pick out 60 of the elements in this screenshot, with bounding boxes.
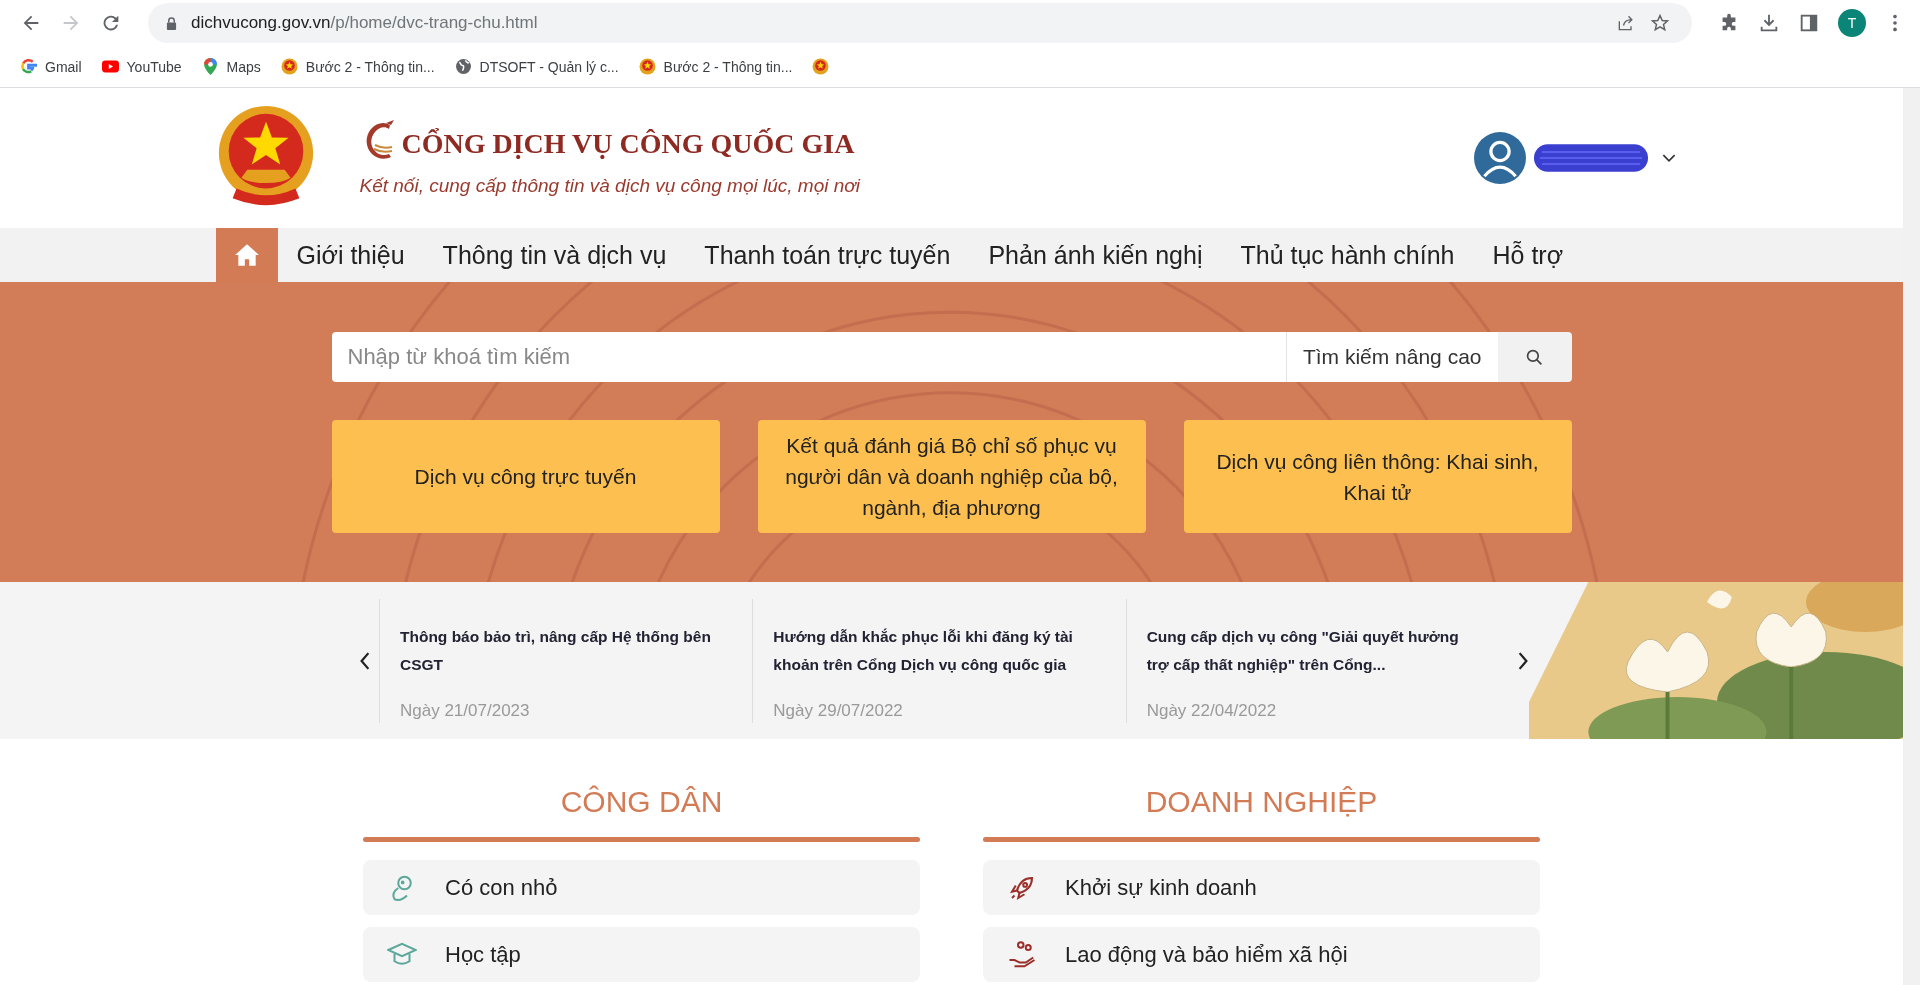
- bookmark[interactable]: Maps: [201, 58, 261, 75]
- lock-icon: [166, 16, 177, 30]
- section-heading: DOANH NGHIỆP: [1145, 785, 1378, 819]
- category-item[interactable]: Có con nhỏ: [363, 860, 920, 915]
- address-bar[interactable]: dichvucong.gov.vn/p/home/dvc-trang-chu.html: [148, 3, 1692, 43]
- bookmark[interactable]: Bước 2 - Thông tin...: [280, 58, 435, 75]
- emblem-icon: [638, 58, 656, 75]
- home-icon: [233, 243, 260, 267]
- nav-tab[interactable]: Hỗ trợ: [1473, 228, 1583, 282]
- download-icon[interactable]: [1758, 12, 1780, 34]
- bookmark-label: YouTube: [126, 58, 182, 75]
- profile-avatar[interactable]: T: [1838, 9, 1866, 37]
- category-item[interactable]: Học tập: [363, 927, 920, 982]
- nav-tab[interactable]: Thông tin và dịch vụ: [423, 228, 686, 282]
- bookmark-label: Maps: [226, 58, 261, 75]
- category-item[interactable]: Lao động và bảo hiểm xã hội: [983, 927, 1540, 982]
- share-icon[interactable]: [1616, 13, 1636, 33]
- emblem-icon: [812, 58, 830, 75]
- advanced-search-link[interactable]: Tìm kiếm nâng cao: [1285, 332, 1498, 382]
- category-item[interactable]: Khởi sự kinh doanh: [983, 860, 1540, 915]
- bookmark[interactable]: YouTube: [101, 58, 182, 75]
- hand-people-icon: [1007, 939, 1037, 970]
- nav-tab[interactable]: Thanh toán trực tuyến: [685, 228, 970, 282]
- quick-link-card[interactable]: Kết quả đánh giá Bộ chỉ số phục vụ người dân và doanh nghiệp của bộ, ngành, địa phương: [757, 420, 1146, 533]
- section-heading: CÔNG DÂN: [560, 785, 723, 819]
- news-title-link[interactable]: Hướng dẫn khắc phục lỗi khi đăng ký tài khoản trên Cổng Dịch vụ công quốc gia: [773, 622, 1108, 679]
- bookmark-label: DTSOFT - Quản lý c...: [479, 58, 619, 75]
- map-pin-icon: [201, 58, 219, 75]
- bookmark[interactable]: DTSOFT - Quản lý c...: [454, 58, 619, 75]
- news-date: Ngày 21/07/2023: [400, 700, 531, 721]
- search-icon: [1526, 348, 1543, 366]
- quick-link-card[interactable]: Dịch vụ công liên thông: Khai sinh, Khai tử: [1183, 420, 1572, 533]
- nav-tab[interactable]: Giới thiệu: [277, 228, 424, 282]
- user-avatar-icon: [1473, 132, 1526, 184]
- site-title: CỔNG DỊCH VỤ CÔNG QUỐC GIA: [401, 128, 855, 161]
- search-field[interactable]: Nhập từ khoá tìm kiếm: [331, 332, 1286, 382]
- url-text: dichvucong.gov.vn/p/home/dvc-trang-chu.html: [191, 13, 538, 33]
- star-icon[interactable]: [1650, 13, 1670, 33]
- home-tab[interactable]: [215, 228, 278, 282]
- play-icon: [101, 58, 119, 75]
- quick-link-card[interactable]: Dịch vụ công trực tuyến: [331, 420, 720, 533]
- bookmark-label: Bước 2 - Thông tin...: [305, 58, 435, 75]
- bookmark[interactable]: [812, 58, 830, 75]
- google-icon: [20, 58, 37, 75]
- site-slogan: Kết nối, cung cấp thông tin và dịch vụ công mọi lúc, mọi nơi: [359, 175, 860, 197]
- bookmark-label: Gmail: [45, 58, 82, 75]
- news-date: Ngày 29/07/2022: [773, 700, 904, 721]
- bookmark[interactable]: Gmail: [20, 58, 82, 75]
- chevron-down-icon: [1661, 153, 1676, 163]
- news-title-link[interactable]: Cung cấp dịch vụ công "Giải quyết hưởng trợ cấp thất nghiệp" trên Cổng...: [1146, 622, 1481, 679]
- news-date: Ngày 22/04/2022: [1146, 700, 1278, 721]
- emblem-icon: [280, 58, 298, 75]
- nav-tab[interactable]: Phản ánh kiến nghị: [969, 228, 1222, 282]
- side-panel-icon[interactable]: [1798, 12, 1820, 34]
- bookmark[interactable]: Bước 2 - Thông tin...: [638, 58, 793, 75]
- nav-tab[interactable]: Thủ tục hành chính: [1221, 228, 1474, 282]
- news-title-link[interactable]: Thông báo bảo trì, nâng cấp Hệ thống bên CSGT: [400, 622, 735, 679]
- bookmark-label: Bước 2 - Thông tin...: [663, 58, 793, 75]
- user-menu[interactable]: [1473, 132, 1676, 184]
- globe-icon: [454, 58, 472, 75]
